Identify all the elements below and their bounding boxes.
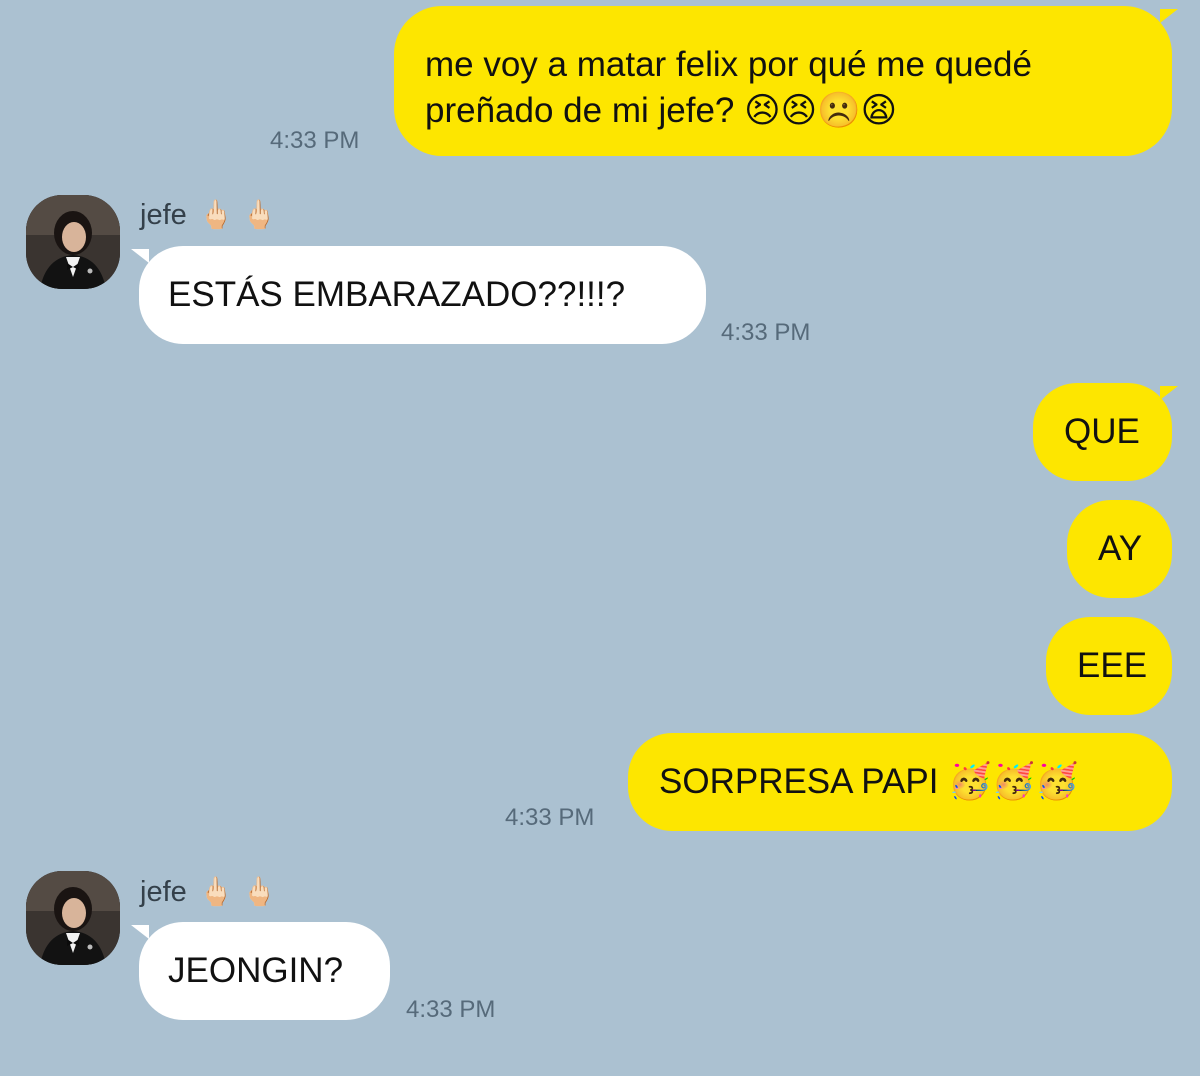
message-bubble-incoming[interactable]: JEONGIN? (139, 922, 390, 1020)
message-timestamp: 4:33 PM (406, 996, 496, 1023)
message-text: AY (1098, 529, 1143, 568)
message-text: EEE (1077, 646, 1148, 685)
sender-name-text: jefe (140, 199, 187, 231)
message-bubble-incoming[interactable]: ESTÁS EMBARAZADO??!!!? (139, 246, 706, 344)
message-text: QUE (1064, 412, 1140, 451)
bubble-tail (1160, 9, 1178, 23)
sender-name-text: jefe (140, 876, 187, 908)
message-text: SORPRESA PAPI 🥳🥳🥳 (659, 762, 1079, 801)
avatar[interactable] (26, 195, 120, 289)
sender-name: jefe 🖕🏻🖕🏻 (140, 198, 285, 232)
sender-emoji: 🖕🏻🖕🏻 (198, 199, 285, 230)
avatar[interactable] (26, 871, 120, 965)
sender-emoji: 🖕🏻🖕🏻 (198, 876, 285, 907)
message-timestamp: 4:33 PM (270, 127, 360, 154)
message-text-line: me voy a matar felix por qué me quedé (425, 45, 1032, 84)
message-bubble-outgoing[interactable]: me voy a matar felix por qué me quedé pr… (394, 6, 1172, 156)
sender-name: jefe 🖕🏻🖕🏻 (140, 875, 285, 909)
message-text: JEONGIN? (168, 951, 344, 990)
message-text: ESTÁS EMBARAZADO??!!!? (168, 275, 626, 314)
message-text-line: preñado de mi jefe? 😣😣☹️😫 (425, 91, 898, 130)
message-bubble-outgoing[interactable]: EEE (1046, 617, 1172, 715)
bubble-tail (131, 249, 149, 263)
message-bubble-outgoing[interactable]: SORPRESA PAPI 🥳🥳🥳 (628, 733, 1172, 831)
message-timestamp: 4:33 PM (505, 804, 595, 831)
message-bubble-outgoing[interactable]: QUE (1033, 383, 1172, 481)
bubble-tail (131, 925, 149, 939)
message-timestamp: 4:33 PM (721, 319, 811, 346)
message-bubble-outgoing[interactable]: AY (1067, 500, 1172, 598)
bubble-tail (1160, 386, 1178, 400)
